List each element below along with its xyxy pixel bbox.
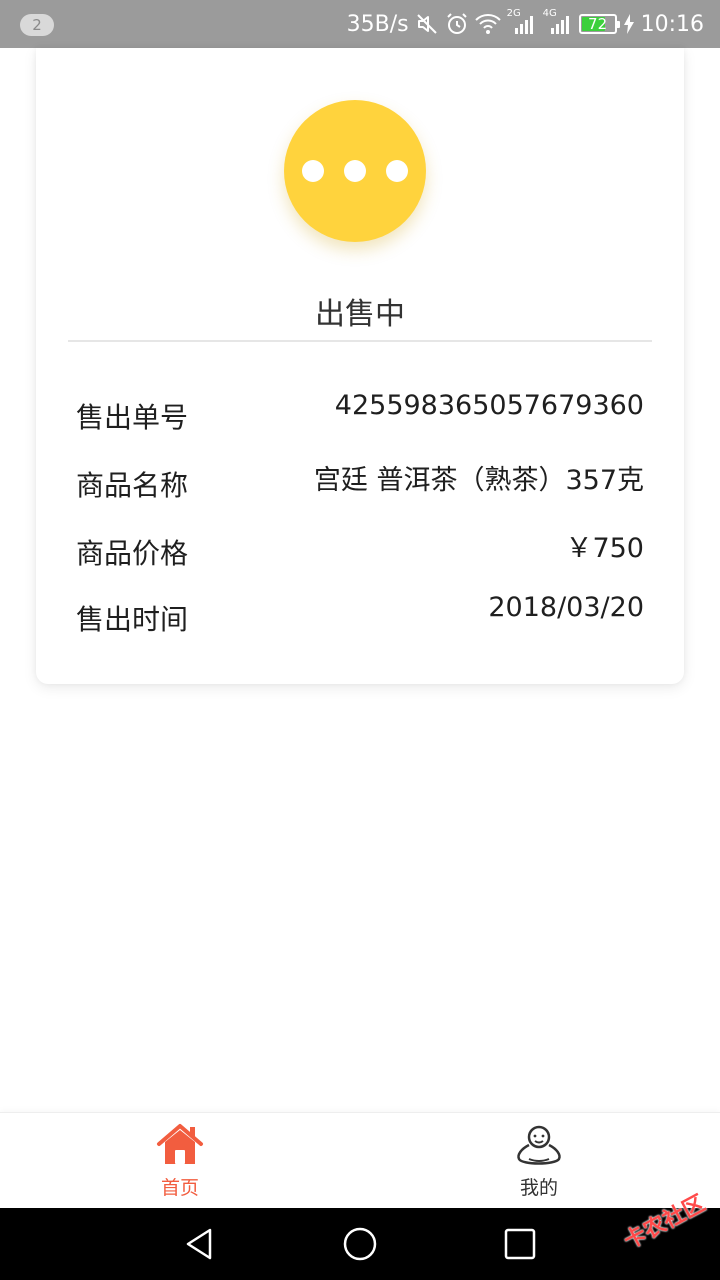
alarm-icon	[446, 13, 467, 34]
info-row-product-price: 商品价格 ￥750	[76, 526, 644, 570]
info-row-sale-time: 售出时间 2018/03/20	[76, 592, 644, 636]
tab-me[interactable]: 我的	[449, 1113, 629, 1209]
product-price-label: 商品价格	[76, 537, 189, 570]
home-icon	[157, 1124, 203, 1164]
wifi-icon	[474, 14, 501, 34]
bottom-tab-bar: 首页 我的	[0, 1112, 720, 1209]
home-nav-icon[interactable]	[342, 1226, 378, 1262]
status-dot	[344, 160, 366, 182]
status-dot	[386, 160, 408, 182]
info-row-product-name: 商品名称 宫廷 普洱茶（熟茶）357克	[76, 458, 644, 502]
more-status-icon	[284, 100, 426, 242]
product-name-label: 商品名称	[76, 469, 189, 502]
product-price-value: ￥750	[565, 533, 644, 564]
info-row-order-number: 售出单号 425598365057679360	[76, 390, 644, 434]
status-dot	[302, 160, 324, 182]
network-speed: 35B/s	[346, 11, 409, 37]
status-indicators: 35B/s 2G 4G 72 10:16	[347, 0, 704, 48]
back-icon[interactable]	[182, 1226, 218, 1262]
signal-4g-indicator: 4G	[543, 8, 573, 36]
tab-me-label: 我的	[519, 1177, 558, 1199]
signal-2g-indicator: 2G	[507, 8, 537, 36]
sale-time-value: 2018/03/20	[488, 592, 644, 623]
order-detail-card: 出售中 售出单号 425598365057679360 商品名称 宫廷 普洱茶（…	[36, 48, 684, 684]
recent-apps-icon[interactable]	[502, 1226, 538, 1262]
signal-bars-icon	[550, 16, 569, 34]
sale-time-label: 售出时间	[76, 603, 189, 636]
charging-icon	[623, 14, 634, 34]
user-icon	[517, 1125, 561, 1165]
status-bar: 2 35B/s 2G 4G 72 10:16	[0, 0, 720, 48]
signal-bars-icon	[514, 16, 533, 34]
tab-home[interactable]: 首页	[90, 1113, 270, 1209]
order-status-label: 出售中	[315, 297, 405, 332]
tab-home-label: 首页	[160, 1177, 199, 1199]
order-number-label: 售出单号	[76, 401, 189, 434]
battery-icon: 72	[578, 14, 620, 34]
mute-icon	[416, 14, 437, 34]
product-name-value: 宫廷 普洱茶（熟茶）357克	[313, 465, 644, 496]
divider	[68, 340, 652, 342]
notification-count-badge: 2	[20, 14, 54, 36]
system-navigation-bar	[0, 1208, 720, 1280]
order-number-value: 425598365057679360	[334, 390, 644, 421]
battery-percent: 72	[588, 15, 608, 33]
clock-time: 10:16	[640, 11, 704, 37]
